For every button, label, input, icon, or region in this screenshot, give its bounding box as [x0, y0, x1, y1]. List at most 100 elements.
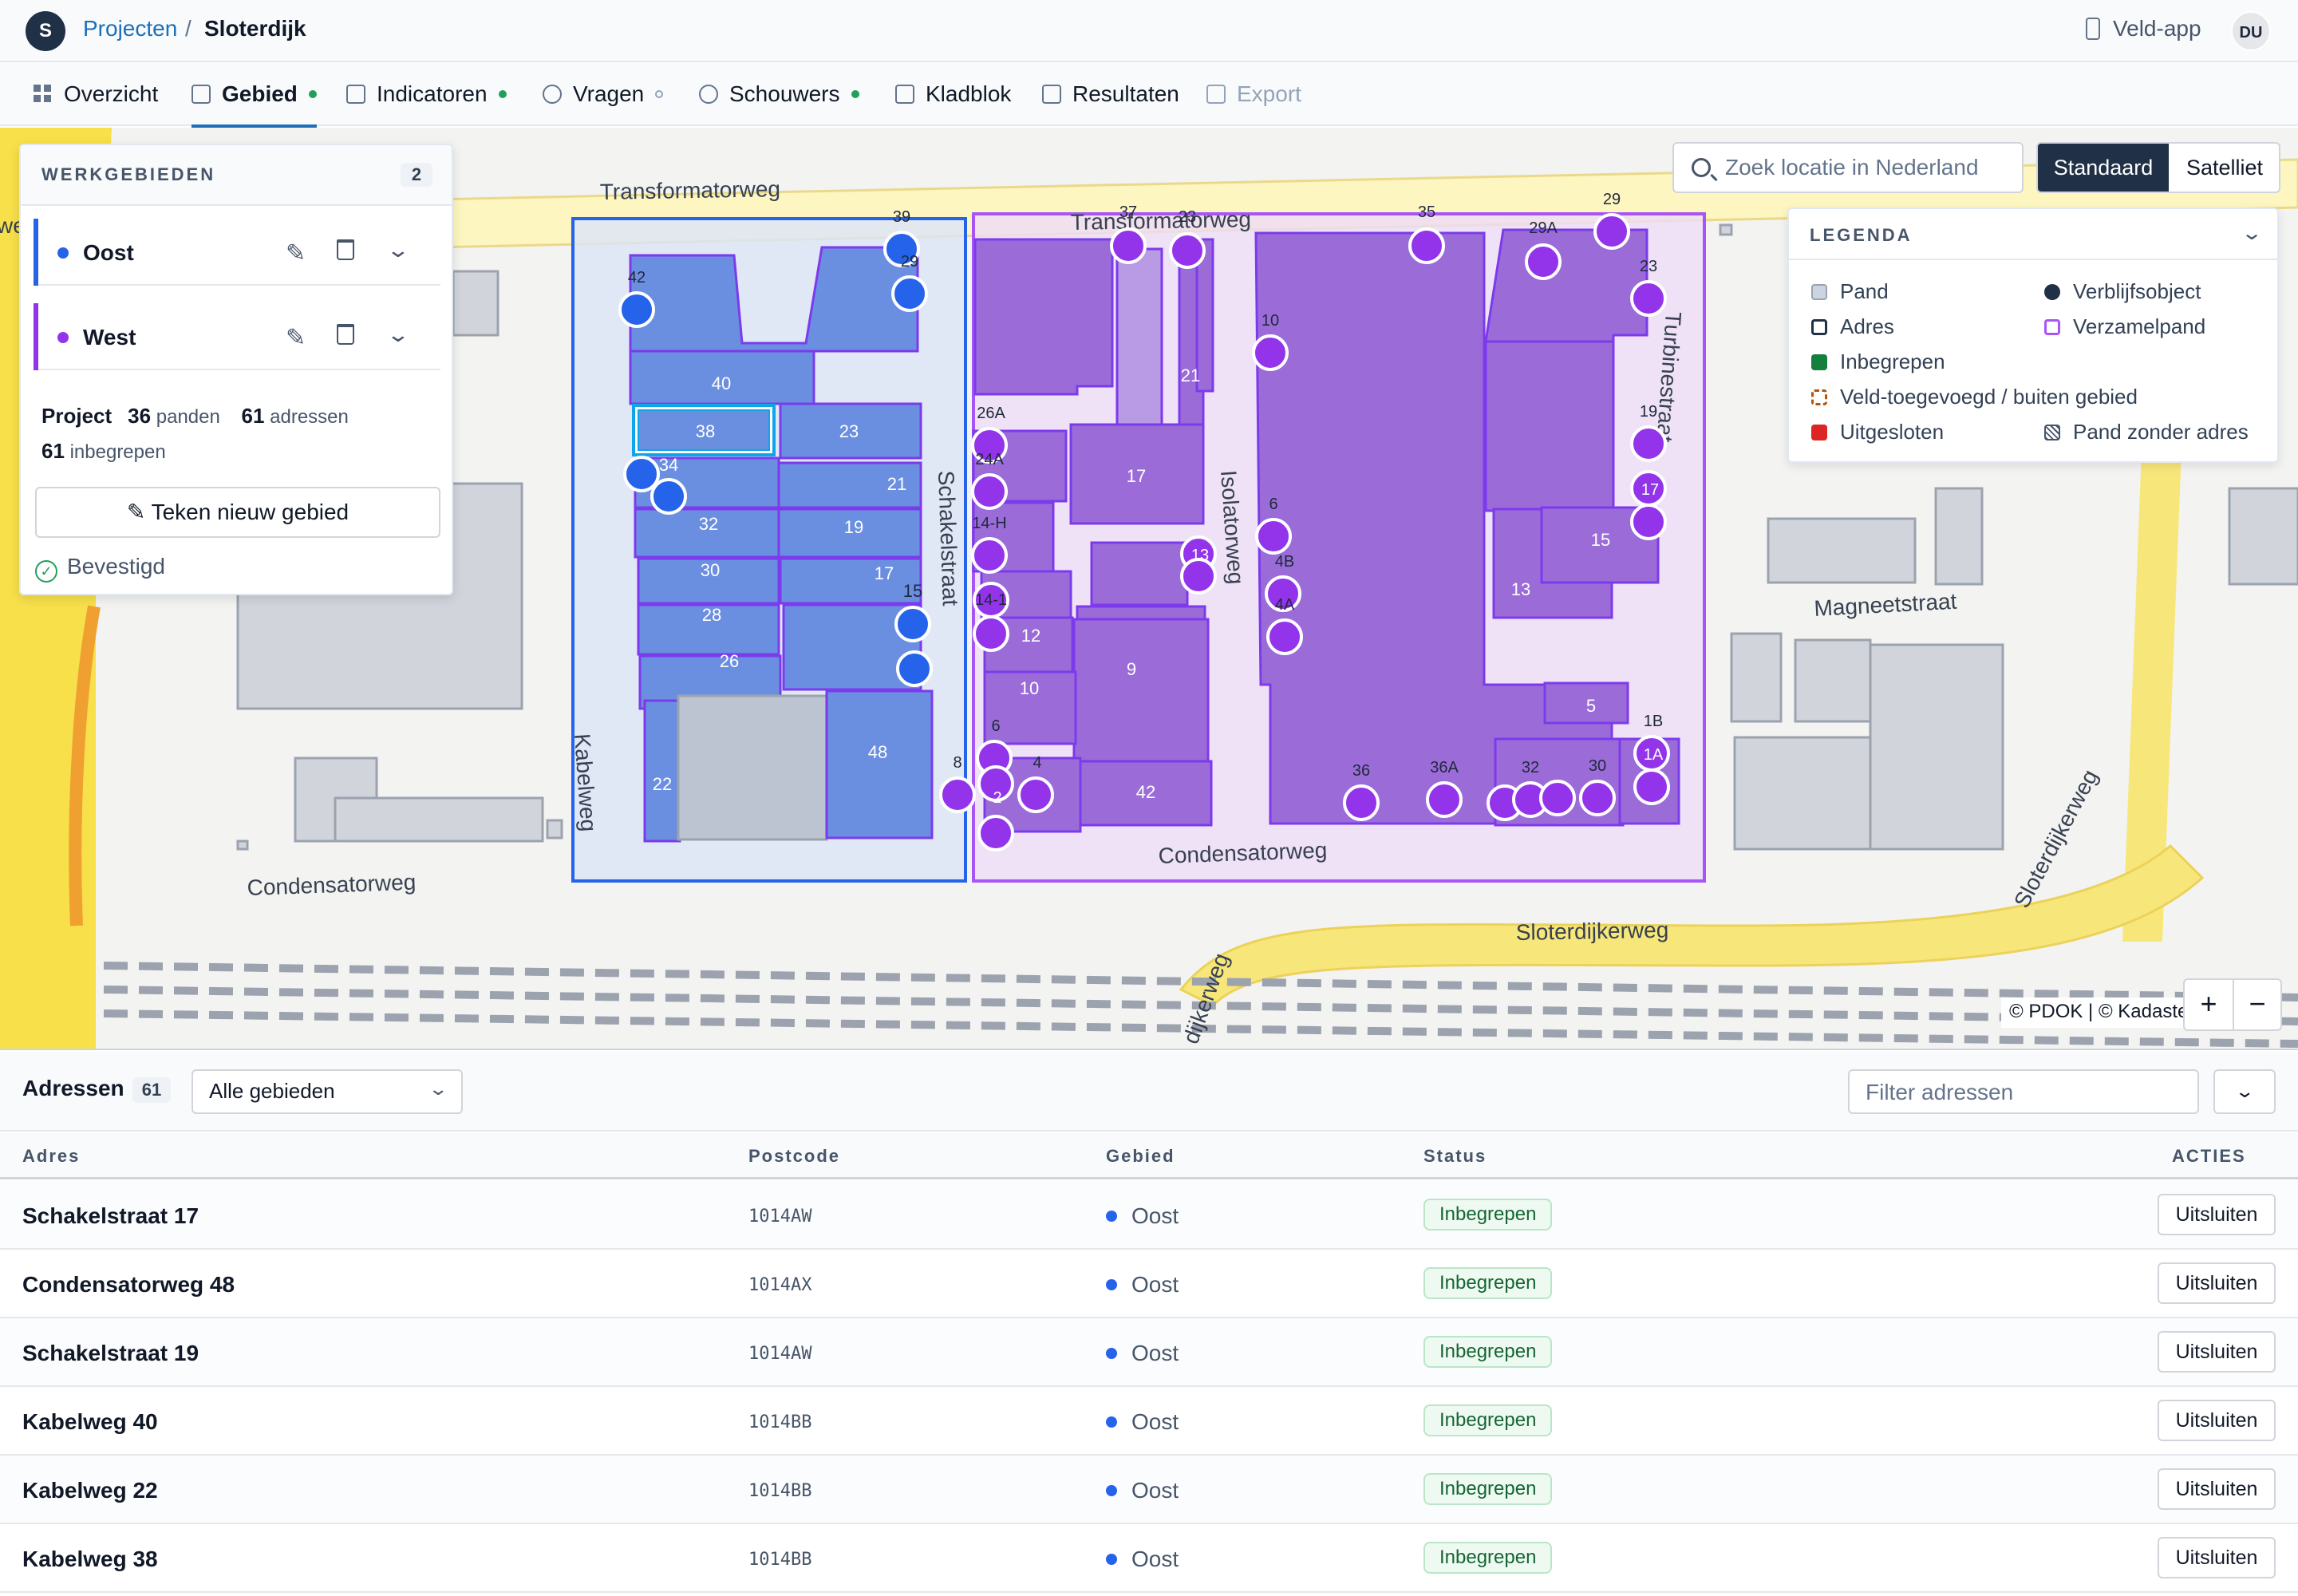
table-row[interactable]: Condensatorweg 48 1014AX Oost Inbegrepen… — [0, 1250, 2298, 1318]
column-header-gebied[interactable]: Gebied — [1106, 1146, 1175, 1167]
legend-header[interactable]: LEGENDA ⌄ — [1789, 209, 2277, 260]
tab-label: Gebied — [222, 81, 298, 106]
exclude-button[interactable]: Uitsluiten — [2158, 1194, 2276, 1235]
app-logo[interactable]: S — [26, 11, 65, 51]
pencil-icon[interactable]: ✎ — [286, 324, 306, 352]
area-color-dot — [57, 247, 69, 259]
veld-app-link[interactable]: Veld-app — [2113, 16, 2201, 41]
legend-swatch — [2044, 425, 2060, 440]
column-header-acties: ACTIES — [2172, 1146, 2246, 1166]
exclude-button[interactable]: Uitsluiten — [2158, 1331, 2276, 1373]
chevron-down-icon[interactable]: ⌄ — [386, 238, 411, 263]
table-header: Adres Postcode Gebied Status ACTIES — [0, 1133, 2298, 1179]
marker-label: 19 — [1640, 403, 1657, 421]
exclude-button[interactable]: Uitsluiten — [2158, 1537, 2276, 1578]
table-row[interactable]: Kabelweg 22 1014BB Oost Inbegrepen Uitsl… — [0, 1456, 2298, 1524]
lock-icon — [1206, 85, 1226, 104]
area-row-west[interactable]: West ✎ ⌄ — [34, 303, 440, 370]
tab-gebied[interactable]: Gebied — [192, 62, 317, 128]
tab-indicatoren[interactable]: Indicatoren — [346, 62, 507, 126]
pencil-icon: ✎ — [126, 500, 152, 524]
legend-label: Adres — [1840, 314, 1894, 338]
area-row-oost[interactable]: Oost ✎ ⌄ — [34, 219, 440, 286]
status-badge: Inbegrepen — [1423, 1404, 1553, 1436]
table-row[interactable]: Kabelweg 38 1014BB Oost Inbegrepen Uitsl… — [0, 1524, 2298, 1593]
marker-label: 35 — [1418, 203, 1435, 221]
address-filter[interactable] — [1848, 1069, 2199, 1114]
trash-icon[interactable] — [337, 239, 354, 260]
building-label: 21 — [887, 474, 906, 494]
gebied-label: Oost — [1131, 1341, 1179, 1365]
pencil-icon[interactable]: ✎ — [286, 239, 306, 267]
marker-label: 1A — [1644, 746, 1664, 764]
tab-vragen[interactable]: Vragen — [543, 62, 664, 126]
draw-new-area-button[interactable]: ✎ Teken nieuw gebied — [35, 487, 440, 538]
table-row[interactable]: Kabelweg 40 1014BB Oost Inbegrepen Uitsl… — [0, 1387, 2298, 1456]
table-row[interactable]: Schakelstraat 17 1014AW Oost Inbegrepen … — [0, 1181, 2298, 1250]
map-style-toggle: Standaard Satelliet — [2036, 142, 2280, 193]
legend-label: Uitgesloten — [1840, 420, 1945, 444]
stats-panden-value: 36 — [128, 404, 152, 428]
top-bar: S Projecten / Sloterdijk Veld-app DU — [0, 0, 2298, 62]
marker-label: 23 — [1640, 258, 1657, 275]
exclude-button[interactable]: Uitsluiten — [2158, 1262, 2276, 1304]
exclude-button[interactable]: Uitsluiten — [2158, 1400, 2276, 1441]
breadcrumb-projects-link[interactable]: Projecten — [83, 16, 177, 41]
users-icon — [699, 85, 718, 104]
tab-resultaten[interactable]: Resultaten — [1042, 62, 1179, 126]
tab-schouwers[interactable]: Schouwers — [699, 62, 859, 126]
marker-label: 29A — [1529, 219, 1558, 237]
area-color-dot — [1106, 1554, 1117, 1565]
stats-adressen-value: 61 — [241, 404, 265, 428]
marker-label: 8 — [953, 754, 961, 772]
tab-kladblok[interactable]: Kladblok — [895, 62, 1011, 126]
trash-icon[interactable] — [337, 324, 354, 345]
gebied-label: Oost — [1131, 1203, 1179, 1228]
column-header-status[interactable]: Status — [1423, 1146, 1487, 1167]
column-header-adres[interactable]: Adres — [22, 1146, 80, 1167]
marker-label: 30 — [1589, 757, 1606, 775]
exclude-button[interactable]: Uitsluiten — [2158, 1468, 2276, 1510]
cell-gebied: Oost — [1106, 1547, 1179, 1572]
stats-adressen-label: adressen — [270, 406, 349, 428]
building-label: 26 — [720, 651, 739, 671]
cell-postcode: 1014BB — [748, 1412, 812, 1432]
gebied-label: Oost — [1131, 1547, 1179, 1571]
question-icon — [543, 85, 562, 104]
tab-overzicht[interactable]: Overzicht — [34, 62, 158, 126]
map-view[interactable]: 40 38 23 21 34 32 19 30 17 28 26 22 48 1… — [0, 128, 2298, 1050]
column-header-postcode[interactable]: Postcode — [748, 1146, 840, 1167]
zoom-in-button[interactable]: + — [2185, 980, 2233, 1029]
user-avatar[interactable]: DU — [2231, 11, 2271, 51]
table-row[interactable]: Schakelstraat 19 1014AW Oost Inbegrepen … — [0, 1318, 2298, 1387]
area-color-dot — [1106, 1279, 1117, 1290]
marker-label: 14-1 — [975, 591, 1007, 609]
legend-swatch — [1811, 284, 1827, 300]
tab-label: Indicatoren — [377, 81, 488, 106]
legend-label: Pand — [1840, 279, 1889, 303]
building-label: 30 — [701, 560, 720, 580]
chevron-down-icon[interactable]: ⌄ — [386, 322, 411, 347]
building-label: 42 — [1136, 782, 1155, 802]
chevron-down-icon[interactable]: ⌄ — [2241, 222, 2263, 245]
phone-icon — [2086, 18, 2100, 40]
location-search-input[interactable] — [1725, 152, 2012, 184]
area-filter-select[interactable]: Alle gebieden ⌄ — [192, 1069, 463, 1114]
status-badge: Inbegrepen — [1423, 1473, 1553, 1505]
status-badge: Inbegrepen — [1423, 1199, 1553, 1231]
toggle-standaard[interactable]: Standaard — [2038, 144, 2169, 192]
building-label: 34 — [659, 455, 678, 475]
building-label: 48 — [868, 742, 887, 762]
marker-label: 1B — [1644, 713, 1663, 730]
chevron-down-icon: ⌄ — [427, 1079, 448, 1099]
chevron-down-icon: ⌄ — [2234, 1081, 2255, 1101]
cell-postcode: 1014AX — [748, 1275, 812, 1295]
collapse-table-button[interactable]: ⌄ — [2213, 1069, 2276, 1114]
toggle-satelliet[interactable]: Satelliet — [2169, 144, 2279, 192]
cell-gebied: Oost — [1106, 1478, 1179, 1503]
address-filter-input[interactable] — [1866, 1077, 2185, 1108]
cell-postcode: 1014AW — [748, 1207, 812, 1227]
cell-adres: Kabelweg 40 — [22, 1409, 158, 1434]
zoom-out-button[interactable]: − — [2233, 980, 2280, 1029]
location-search[interactable] — [1672, 142, 2024, 193]
